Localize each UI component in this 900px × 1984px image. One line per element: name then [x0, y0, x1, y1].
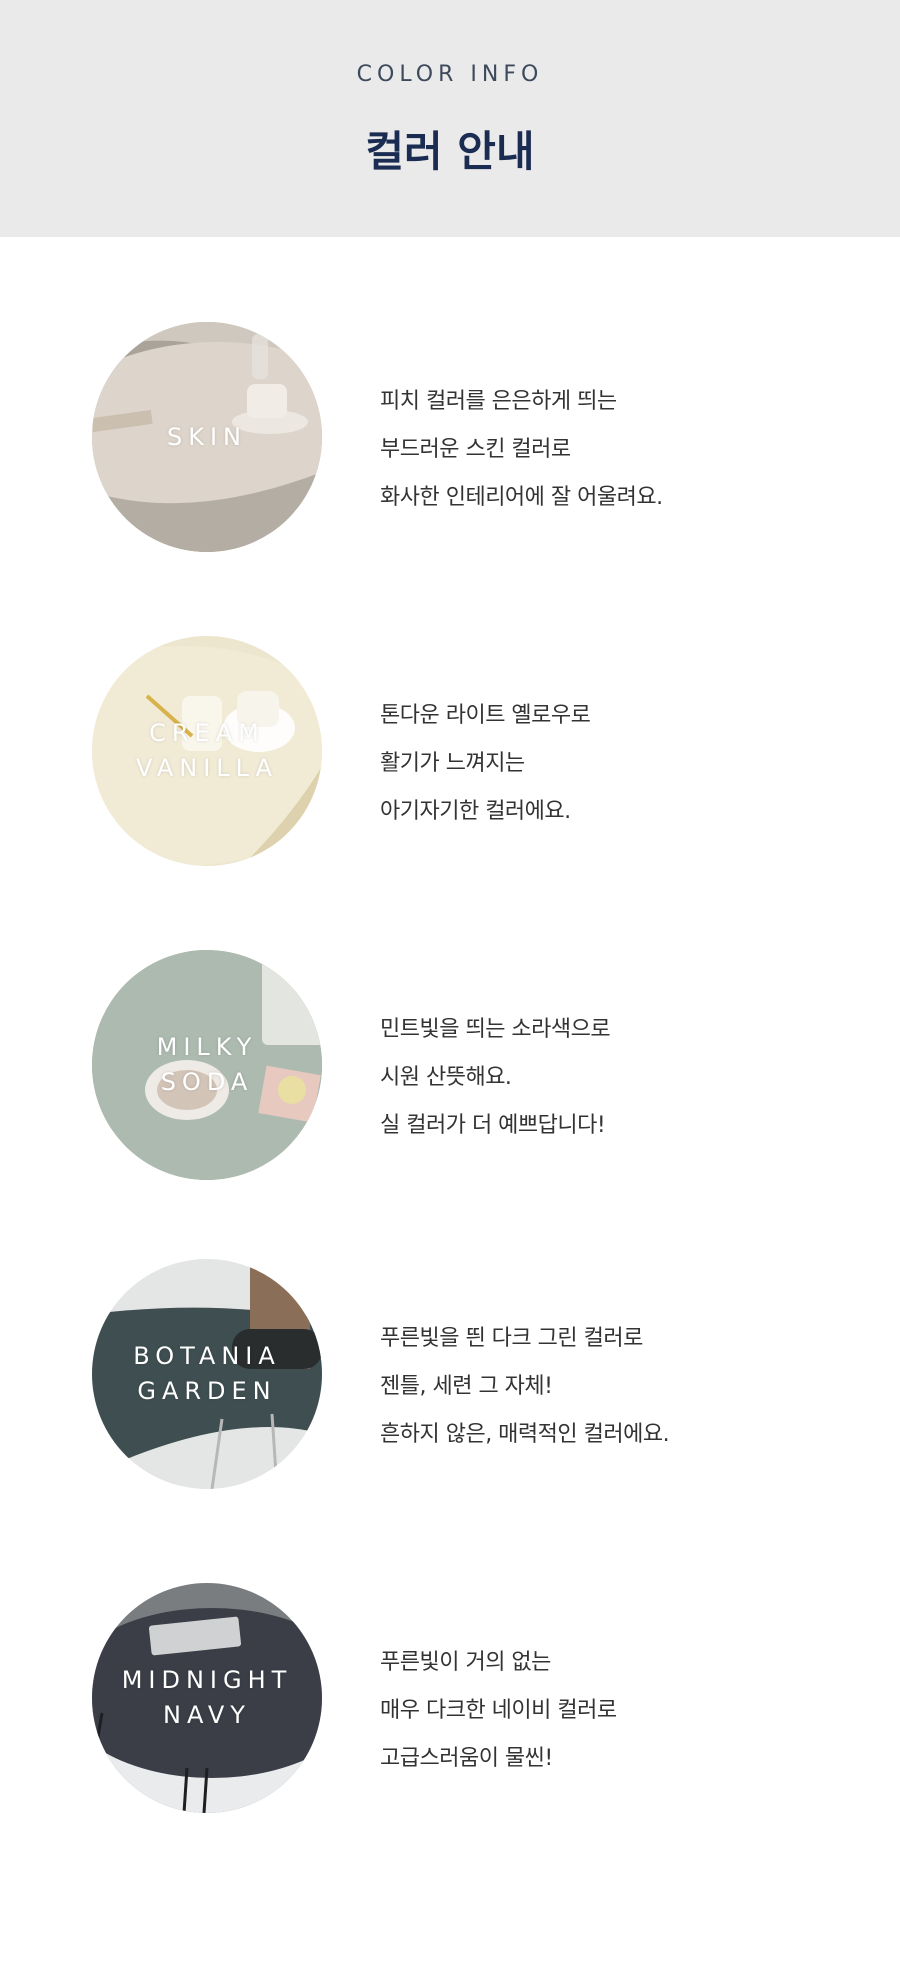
color-label-skin: SKIN [92, 322, 322, 552]
color-item-skin: SKIN 피치 컬러를 은은하게 띄는 부드러운 스킨 컬러로 화사한 인테리어… [0, 322, 900, 552]
description-line: 흔하지 않은, 매력적인 컬러에요. [380, 1422, 670, 1447]
color-description-milky-soda: 민트빛을 띄는 소라색으로 시원 산뜻해요. 실 컬러가 더 예쁘답니다! [380, 1006, 860, 1150]
color-label-midnight-navy: MIDNIGHT NAVY [92, 1583, 322, 1813]
description-line: 고급스러움이 물씬! [380, 1746, 553, 1771]
color-label-botania-garden: BOTANIA GARDEN [92, 1259, 322, 1489]
color-swatch-image-skin: SKIN [92, 322, 322, 552]
color-swatch-image-botania-garden: BOTANIA GARDEN [92, 1259, 322, 1489]
description-line: 톤다운 라이트 옐로우로 [380, 703, 591, 728]
section-title: 컬러 안내 [365, 127, 535, 176]
section-subtitle: COLOR INFO [356, 62, 544, 87]
color-label-cream-vanilla: CREAM VANILLA [92, 636, 322, 866]
color-label-line: MILKY [156, 1033, 258, 1061]
color-label-line: GARDEN [137, 1377, 277, 1405]
description-line: 화사한 인테리어에 잘 어울려요. [380, 485, 663, 510]
description-line: 피치 컬러를 은은하게 띄는 [380, 389, 617, 414]
color-swatch-image-milky-soda: MILKY SODA [92, 950, 322, 1180]
color-swatch-image-cream-vanilla: CREAM VANILLA [92, 636, 322, 866]
color-label-line: MIDNIGHT [121, 1666, 293, 1694]
description-line: 젠틀, 세련 그 자체! [380, 1374, 553, 1399]
color-item-milky-soda: MILKY SODA 민트빛을 띄는 소라색으로 시원 산뜻해요. 실 컬러가 … [0, 950, 900, 1180]
color-label-line: CREAM [149, 719, 265, 747]
color-swatch-image-midnight-navy: MIDNIGHT NAVY [92, 1583, 322, 1813]
color-item-midnight-navy: MIDNIGHT NAVY 푸른빛이 거의 없는 매우 다크한 네이비 컬러로 … [0, 1583, 900, 1813]
color-item-cream-vanilla: CREAM VANILLA 톤다운 라이트 옐로우로 활기가 느껴지는 아기자기… [0, 636, 900, 866]
color-label-line: VANILLA [135, 754, 279, 782]
description-line: 실 컬러가 더 예쁘답니다! [380, 1113, 606, 1138]
color-description-cream-vanilla: 톤다운 라이트 옐로우로 활기가 느껴지는 아기자기한 컬러에요. [380, 692, 860, 836]
description-line: 민트빛을 띄는 소라색으로 [380, 1017, 611, 1042]
color-description-skin: 피치 컬러를 은은하게 띄는 부드러운 스킨 컬러로 화사한 인테리어에 잘 어… [380, 378, 860, 522]
color-description-midnight-navy: 푸른빛이 거의 없는 매우 다크한 네이비 컬러로 고급스러움이 물씬! [380, 1639, 860, 1783]
color-label-line: NAVY [163, 1701, 251, 1729]
description-line: 활기가 느껴지는 [380, 751, 525, 776]
color-item-botania-garden: BOTANIA GARDEN 푸른빛을 띈 다크 그린 컬러로 젠틀, 세련 그… [0, 1259, 900, 1489]
color-label-line: SODA [160, 1068, 254, 1096]
description-line: 매우 다크한 네이비 컬러로 [380, 1698, 617, 1723]
header-banner: COLOR INFO 컬러 안내 [0, 0, 900, 237]
description-line: 아기자기한 컬러에요. [380, 799, 571, 824]
color-label-line: BOTANIA [133, 1342, 281, 1370]
description-line: 푸른빛이 거의 없는 [380, 1650, 551, 1675]
color-description-botania-garden: 푸른빛을 띈 다크 그린 컬러로 젠틀, 세련 그 자체! 흔하지 않은, 매력… [380, 1315, 860, 1459]
description-line: 푸른빛을 띈 다크 그린 컬러로 [380, 1326, 643, 1351]
color-label-milky-soda: MILKY SODA [92, 950, 322, 1180]
color-label-line: SKIN [166, 422, 247, 451]
description-line: 부드러운 스킨 컬러로 [380, 437, 571, 462]
description-line: 시원 산뜻해요. [380, 1065, 512, 1090]
